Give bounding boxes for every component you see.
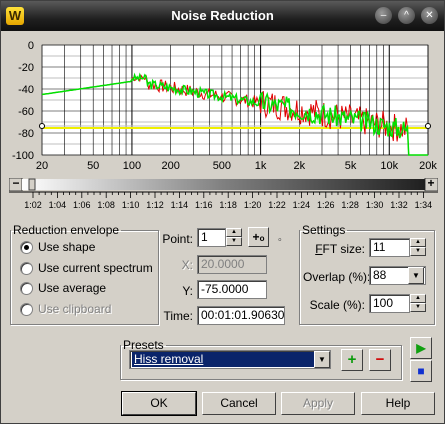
x-tick-label: 20 [36, 160, 48, 172]
ruler-label: 1:16 [195, 200, 213, 210]
radio-dot[interactable] [20, 262, 33, 275]
spin-up-icon[interactable]: ▲ [410, 238, 426, 247]
maximize-icon[interactable]: ^ [398, 7, 415, 24]
scroll-thumb[interactable] [28, 178, 36, 191]
radio-dot [20, 303, 33, 316]
spin-down-icon[interactable]: ▼ [410, 303, 426, 312]
radio-dot[interactable] [20, 241, 33, 254]
cancel-button[interactable]: Cancel [202, 392, 276, 415]
envelope-point-handle[interactable] [39, 123, 45, 129]
x-tick-label: 50 [87, 160, 99, 172]
ruler-label: 1:04 [49, 200, 67, 210]
move-point-icon: ∘ [277, 234, 283, 244]
overlap-label: Overlap (%): [303, 270, 371, 284]
x-tick-label: 100 [123, 160, 141, 172]
time-label: Time: [163, 309, 193, 323]
zoom-in-button[interactable]: + [425, 177, 437, 190]
spin-down-icon[interactable]: ▼ [410, 247, 426, 256]
time-field[interactable]: 00:01:01.90630 [197, 306, 285, 325]
presets-selected: Hiss removal [132, 352, 314, 367]
ruler-label: 1:20 [244, 200, 262, 210]
time-ruler: 1:02 1:04 1:06 1:08 1:10 1:12 1:14 1:16 1:18 1:20… [9, 191, 438, 210]
x-tick-label: 20k [419, 160, 437, 172]
zoom-out-button[interactable]: − [10, 177, 22, 190]
spectrum-graph[interactable]: 0 -20 -40 -60 -80 -100 20 50 100 200 500 1k 2k 5k 10k… [1, 32, 444, 177]
ruler-label: 1:26 [317, 200, 335, 210]
y-field[interactable]: -75.0000 [197, 280, 267, 299]
presets-select[interactable]: Hiss removal [129, 350, 331, 369]
x-tick-label: 2k [294, 160, 306, 172]
x-tick-label: 5k [345, 160, 357, 172]
ruler-label: 1:08 [97, 200, 115, 210]
ruler-label: 1:22 [268, 200, 286, 210]
y-tick-label: -40 [18, 84, 34, 96]
x-field: 20.0000 [197, 255, 267, 274]
play-button[interactable]: ▶ [410, 337, 432, 359]
spin-up-icon[interactable]: ▲ [226, 228, 242, 237]
ruler-label: 1:24 [293, 200, 311, 210]
title-bar[interactable]: W Noise Reduction – ^ ✕ [1, 1, 444, 31]
envelope-point-handle[interactable] [425, 123, 431, 129]
point-spinner[interactable]: ▲ ▼ [226, 228, 242, 247]
overlap-dropdown-icon[interactable]: ▼ [408, 267, 424, 284]
noise-reduction-window: W Noise Reduction – ^ ✕ 0 -20 -40 -60 -80 -10… [0, 0, 445, 424]
ruler-label: 1:32 [390, 200, 408, 210]
ruler-label: 1:34 [415, 200, 433, 210]
presets-dropdown-icon[interactable]: ▼ [314, 351, 330, 368]
scale-spinner[interactable]: ▲ ▼ [410, 294, 426, 313]
add-preset-button[interactable]: + [341, 349, 363, 371]
close-icon[interactable]: ✕ [421, 7, 438, 24]
add-point-button[interactable]: +o [248, 227, 269, 247]
reduction-envelope-legend: Reduction envelope [13, 223, 120, 237]
x-tick-label: 1k [255, 160, 267, 172]
scale-field[interactable]: 100 [369, 294, 410, 313]
ruler-label: 1:06 [73, 200, 91, 210]
y-label: Y: [182, 284, 193, 298]
scale-label: Scale (%): [309, 298, 365, 312]
apply-button: Apply [281, 392, 355, 415]
ruler-label: 1:02 [24, 200, 42, 210]
zoom-scrollbar[interactable] [9, 178, 438, 191]
point-field[interactable]: 1 [197, 228, 226, 247]
ok-button[interactable]: OK [121, 391, 197, 416]
y-tick-label: -80 [18, 128, 34, 140]
spin-down-icon[interactable]: ▼ [226, 237, 242, 246]
fft-size-label: FFT size: [315, 242, 365, 256]
ruler-label: 1:14 [171, 200, 189, 210]
fft-size-spinner[interactable]: ▲ ▼ [410, 238, 426, 257]
y-tick-label: -100 [12, 150, 34, 162]
ruler-label: 1:12 [146, 200, 164, 210]
ruler-label: 1:18 [219, 200, 237, 210]
stop-button[interactable]: ■ [410, 360, 432, 382]
ruler-label: 1:28 [341, 200, 359, 210]
x-tick-label: 10k [380, 160, 398, 172]
fft-size-field[interactable]: 11 [369, 238, 410, 257]
radio-dot[interactable] [20, 282, 33, 295]
y-tick-label: -20 [18, 62, 34, 74]
minimize-icon[interactable]: – [375, 7, 392, 24]
x-tick-label: 500 [213, 160, 231, 172]
x-label: X: [181, 258, 193, 272]
point-label: Point: [162, 232, 193, 246]
remove-preset-button[interactable]: − [369, 349, 391, 371]
x-tick-label: 200 [161, 160, 179, 172]
ruler-label: 1:10 [122, 200, 140, 210]
settings-legend: Settings [302, 223, 346, 237]
y-tick-label: 0 [28, 40, 34, 52]
ruler-label: 1:30 [366, 200, 384, 210]
help-button[interactable]: Help [361, 392, 435, 415]
y-tick-label: -60 [18, 106, 34, 118]
spin-up-icon[interactable]: ▲ [410, 294, 426, 303]
